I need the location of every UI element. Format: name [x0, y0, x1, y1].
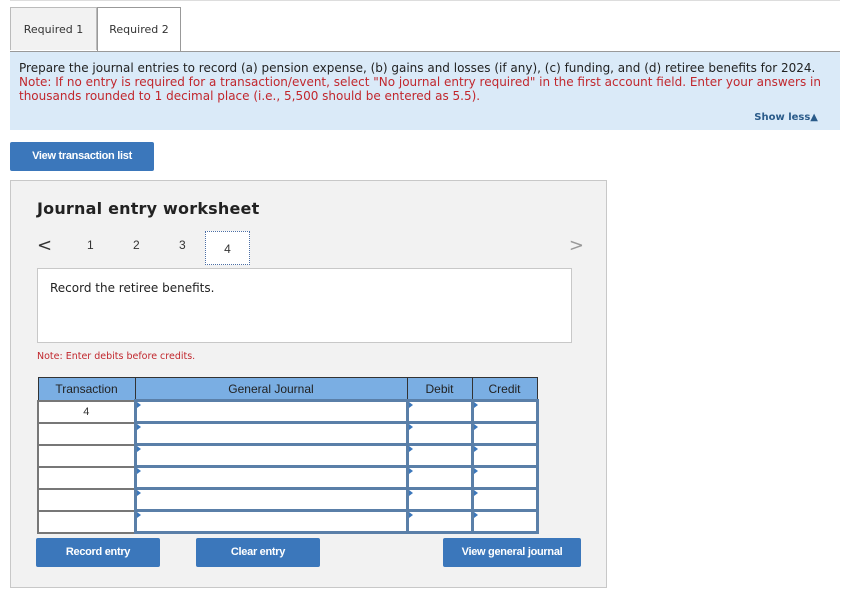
credit-input[interactable]: [470, 465, 539, 490]
chevron-right-icon[interactable]: >: [569, 235, 584, 256]
debit-input[interactable]: [405, 421, 474, 446]
credit-input[interactable]: [470, 443, 539, 468]
transaction-description-box: Record the retiree benefits.: [37, 268, 572, 343]
debit-input[interactable]: [405, 487, 474, 512]
journal-row: 4: [37, 399, 539, 424]
page-3[interactable]: 3: [179, 238, 186, 252]
header-general-journal: General Journal: [134, 377, 408, 401]
clear-entry-button[interactable]: Clear entry: [196, 538, 320, 567]
view-general-journal-button[interactable]: View general journal: [443, 538, 581, 567]
debit-input[interactable]: [405, 465, 474, 490]
top-divider: [10, 0, 840, 1]
instructions-panel: Prepare the journal entries to record (a…: [10, 51, 840, 130]
instructions-text: Prepare the journal entries to record (a…: [19, 61, 829, 103]
tab-required-1[interactable]: Required 1: [10, 7, 97, 50]
debit-input[interactable]: [405, 443, 474, 468]
header-transaction: Transaction: [37, 377, 136, 401]
chevron-left-icon[interactable]: <: [37, 235, 52, 256]
credit-input[interactable]: [470, 509, 539, 534]
worksheet-pager: < 1 2 3 4 >: [37, 231, 584, 267]
transaction-cell: 4: [37, 399, 136, 424]
account-select[interactable]: [133, 465, 409, 490]
account-select[interactable]: [133, 509, 409, 534]
journal-entry-worksheet: Journal entry worksheet < 1 2 3 4 > Reco…: [10, 180, 607, 588]
account-select[interactable]: [133, 399, 409, 424]
account-select[interactable]: [133, 421, 409, 446]
journal-row: [37, 465, 539, 490]
journal-row: [37, 443, 539, 468]
show-less-link[interactable]: Show less▲: [754, 112, 818, 123]
credit-input[interactable]: [470, 399, 539, 424]
transaction-cell: [37, 421, 136, 446]
transaction-cell: [37, 465, 136, 490]
page-1[interactable]: 1: [87, 238, 94, 252]
journal-row: [37, 421, 539, 446]
journal-row: [37, 487, 539, 512]
journal-row: [37, 509, 539, 534]
account-select[interactable]: [133, 487, 409, 512]
debit-input[interactable]: [405, 399, 474, 424]
journal-table: Transaction General Journal Debit Credit…: [37, 377, 539, 534]
debits-note: Note: Enter debits before credits.: [37, 351, 196, 362]
credit-input[interactable]: [470, 487, 539, 512]
debit-input[interactable]: [405, 509, 474, 534]
header-debit: Debit: [406, 377, 473, 401]
instructions-note: Note: If no entry is required for a tran…: [19, 75, 821, 103]
header-credit: Credit: [471, 377, 538, 401]
instructions-main: Prepare the journal entries to record (a…: [19, 61, 816, 75]
record-entry-button[interactable]: Record entry: [36, 538, 160, 567]
worksheet-title: Journal entry worksheet: [37, 199, 260, 218]
tab-required-2[interactable]: Required 2: [97, 7, 181, 51]
transaction-cell: [37, 487, 136, 512]
credit-input[interactable]: [470, 421, 539, 446]
page-2[interactable]: 2: [133, 238, 140, 252]
page-4-current[interactable]: 4: [205, 231, 250, 265]
transaction-cell: [37, 509, 136, 534]
account-select[interactable]: [133, 443, 409, 468]
view-transaction-list-button[interactable]: View transaction list: [10, 142, 154, 171]
journal-header-row: Transaction General Journal Debit Credit: [37, 377, 538, 401]
transaction-description: Record the retiree benefits.: [50, 281, 215, 295]
transaction-cell: [37, 443, 136, 468]
